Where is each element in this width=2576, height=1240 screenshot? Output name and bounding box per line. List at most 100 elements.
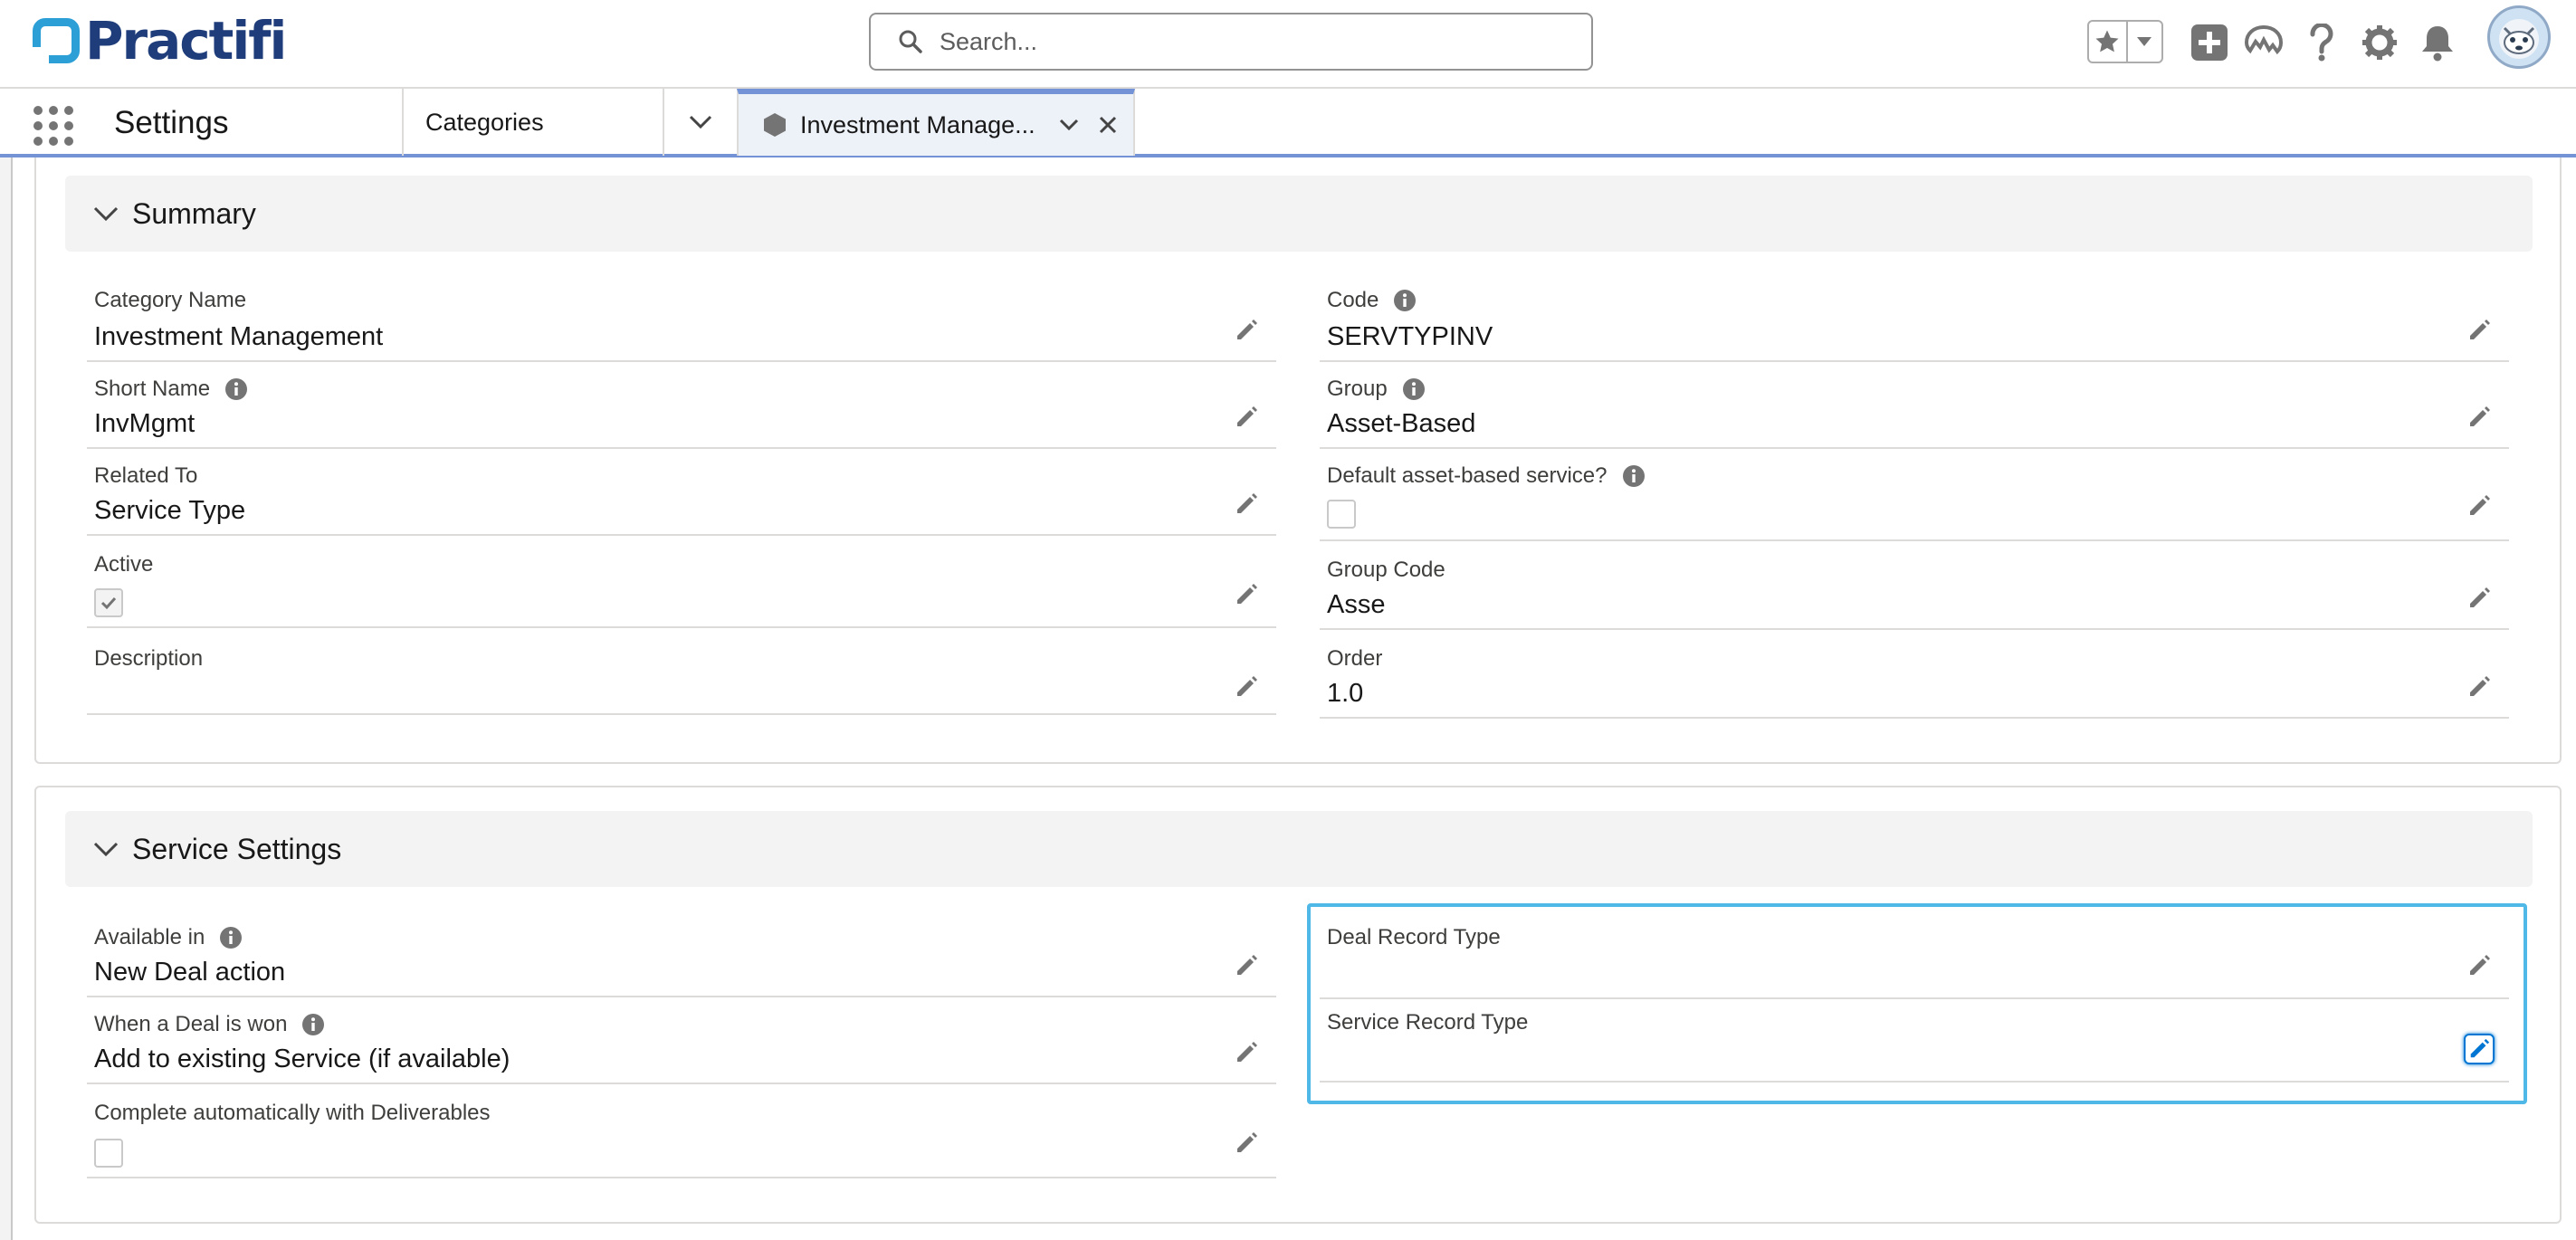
default-asset-based-checkbox[interactable]: [1327, 500, 1356, 529]
field-available-in: Available in New Deal action: [87, 925, 1276, 997]
field-value: New Deal action: [94, 958, 286, 987]
plus-square-icon: [2191, 24, 2228, 61]
global-actions-button[interactable]: [2187, 20, 2232, 65]
close-icon[interactable]: [1099, 116, 1117, 134]
label-text: Order: [1327, 646, 1383, 671]
field-label: When a Deal is won: [94, 1012, 325, 1037]
edit-short-name-button[interactable]: [1231, 402, 1262, 433]
pencil-icon: [2470, 406, 2490, 426]
info-icon[interactable]: [1622, 464, 1646, 488]
notifications-button[interactable]: [2415, 20, 2460, 65]
info-icon[interactable]: [1402, 377, 1426, 401]
edit-complete-automatically-button[interactable]: [1231, 1128, 1262, 1159]
practifi-logo[interactable]: Practifi: [33, 10, 287, 72]
chevron-down-icon[interactable]: [1059, 119, 1079, 131]
field-value: InvMgmt: [94, 409, 196, 438]
search-input[interactable]: [940, 27, 1555, 56]
left-rail: [0, 157, 13, 1240]
setup-button[interactable]: [2357, 20, 2402, 65]
info-icon[interactable]: [219, 926, 243, 949]
edit-category-name-button[interactable]: [1231, 315, 1262, 346]
field-label: Available in: [94, 925, 243, 950]
edit-group-button[interactable]: [2464, 402, 2495, 433]
complete-automatically-checkbox[interactable]: [94, 1139, 123, 1168]
info-icon[interactable]: [224, 377, 248, 401]
pencil-icon: [1237, 1132, 1257, 1152]
pencil-icon: [1237, 676, 1257, 696]
checkmark-icon: [100, 596, 117, 610]
brand-name: Practifi: [85, 10, 287, 72]
tab-investment-management[interactable]: Investment Manage...: [737, 89, 1135, 156]
summary-card: Summary Category Name Investment Managem…: [34, 157, 2562, 764]
edit-code-button[interactable]: [2464, 315, 2495, 346]
info-icon[interactable]: [301, 1013, 325, 1036]
search-icon: [899, 30, 922, 53]
field-code: Code SERVTYPINV: [1320, 288, 2509, 362]
service-settings-section-header[interactable]: Service Settings: [65, 811, 2533, 887]
tab-categories[interactable]: Categories: [402, 89, 663, 156]
summary-section-title: Summary: [132, 196, 256, 230]
bell-icon: [2422, 26, 2453, 62]
field-value: SERVTYPINV: [1327, 322, 1493, 351]
field-label: Related To: [94, 463, 197, 489]
help-button[interactable]: [2299, 20, 2344, 65]
edit-available-in-button[interactable]: [1231, 950, 1262, 981]
edit-related-to-button[interactable]: [1231, 489, 1262, 520]
record-type-focus-highlight: [1307, 903, 2527, 1104]
field-default-asset-based-service: Default asset-based service?: [1320, 463, 2509, 541]
app-launcher-dot: [64, 137, 73, 146]
field-label: Category Name: [94, 288, 246, 313]
help-icon: [2310, 24, 2333, 62]
info-icon[interactable]: [1393, 289, 1417, 312]
field-label: Code: [1327, 288, 1417, 313]
field-label: Complete automatically with Deliverables: [94, 1101, 491, 1126]
chevron-down-icon: [93, 842, 119, 857]
field-value: Investment Management: [94, 322, 384, 351]
edit-default-asset-based-button[interactable]: [2464, 491, 2495, 521]
label-text: Code: [1327, 288, 1379, 312]
field-order: Order 1.0: [1320, 646, 2509, 719]
field-short-name: Short Name InvMgmt: [87, 377, 1276, 449]
pencil-icon: [2470, 320, 2490, 339]
label-text: Category Name: [94, 288, 247, 312]
pencil-icon: [2470, 676, 2490, 696]
global-search[interactable]: [869, 13, 1593, 71]
app-launcher-button[interactable]: [31, 103, 74, 147]
field-label: Description: [94, 646, 203, 672]
user-avatar[interactable]: [2487, 5, 2551, 69]
global-header: Practifi: [0, 0, 2576, 87]
tab-categories-label: Categories: [425, 108, 544, 136]
label-text: Description: [94, 646, 204, 671]
active-checkbox[interactable]: [94, 588, 123, 617]
star-icon: [2095, 30, 2119, 52]
summary-section-header[interactable]: Summary: [65, 176, 2533, 252]
caret-down-icon: [2137, 37, 2152, 46]
pencil-icon: [2470, 587, 2490, 607]
pencil-icon: [1237, 320, 1257, 339]
label-text: Short Name: [94, 377, 211, 401]
field-value: Add to existing Service (if available): [94, 1044, 510, 1073]
field-label: Short Name: [94, 377, 248, 402]
practifi-logo-mark: [33, 18, 80, 63]
field-group-code: Group Code Asse: [1320, 558, 2509, 630]
field-complete-automatically: Complete automatically with Deliverables: [87, 1101, 1276, 1178]
pencil-icon: [1237, 406, 1257, 426]
edit-group-code-button[interactable]: [2464, 583, 2495, 614]
edit-when-deal-won-button[interactable]: [1231, 1037, 1262, 1068]
edit-description-button[interactable]: [1231, 672, 1262, 702]
favorites-star-button[interactable]: [2089, 22, 2128, 62]
field-category-name: Category Name Investment Management: [87, 288, 1276, 362]
edit-order-button[interactable]: [2464, 672, 2495, 702]
gear-icon: [2362, 25, 2397, 60]
tab-categories-menu[interactable]: [663, 89, 737, 156]
edit-active-button[interactable]: [1231, 579, 1262, 610]
favorites-menu-button[interactable]: [2128, 22, 2161, 62]
label-text: Related To: [94, 463, 198, 488]
app-nav-bar: Settings Categories Investment Manage...: [0, 87, 2576, 157]
field-active: Active: [87, 552, 1276, 628]
astro-avatar-icon: [2499, 19, 2539, 59]
label-text: Group: [1327, 377, 1388, 401]
app-launcher-dot: [64, 121, 73, 130]
trailhead-button[interactable]: [2241, 20, 2286, 65]
pencil-icon: [1237, 493, 1257, 513]
